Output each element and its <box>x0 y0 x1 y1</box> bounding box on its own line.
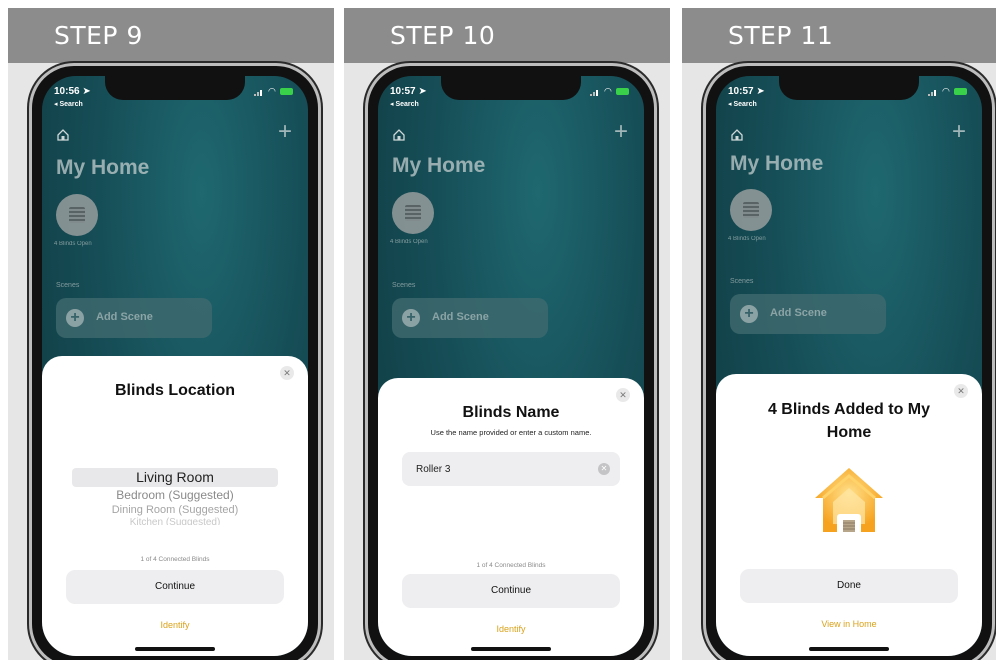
home-icon[interactable] <box>730 128 744 142</box>
sheet-title: Blinds Location <box>115 382 235 399</box>
close-icon[interactable]: ✕ <box>280 366 294 380</box>
home-icon[interactable] <box>392 128 406 142</box>
status-bar-icons: ◠ <box>590 86 630 97</box>
scenes-heading: Scenes <box>392 282 416 289</box>
home-icon[interactable] <box>56 128 70 142</box>
page-title: My Home <box>730 152 824 175</box>
step-banner: STEP 10 <box>344 8 670 63</box>
wifi-icon: ◠ <box>604 86 612 96</box>
close-icon[interactable]: ✕ <box>616 388 630 402</box>
signal-icon <box>254 89 264 96</box>
home-indicator <box>809 647 889 651</box>
plus-icon[interactable]: + <box>952 118 966 146</box>
status-time: 10:57 ➤ <box>728 86 765 97</box>
add-icon: + <box>66 309 84 327</box>
back-to-search-link[interactable]: ◂ Search <box>390 100 419 108</box>
add-icon: + <box>402 309 420 327</box>
close-icon[interactable]: ✕ <box>954 384 968 398</box>
picker-option-selected[interactable]: Living Room <box>42 469 308 485</box>
setup-sheet: ✕ Blinds Name Use the name provided or e… <box>378 378 644 656</box>
blinds-name-input[interactable]: Roller 3 ✕ <box>402 452 620 486</box>
step-banner: STEP 11 <box>682 8 996 63</box>
signal-icon <box>928 89 938 96</box>
blinds-accessory-tile[interactable] <box>56 194 98 236</box>
step-9-panel: STEP 9 10:56 ➤ ◂ Search ◠ + My Home 4 Bl… <box>8 8 334 660</box>
step-label: STEP 11 <box>728 21 834 50</box>
step-11-panel: STEP 11 10:57 ➤ ◂ Search ◠ + My Home 4 B… <box>682 8 996 660</box>
page-title: My Home <box>392 154 486 177</box>
blinds-accessory-tile[interactable] <box>730 189 772 231</box>
blinds-icon <box>743 202 759 218</box>
step-banner: STEP 9 <box>8 8 334 63</box>
location-arrow-icon: ➤ <box>418 86 427 97</box>
blinds-name-value: Roller 3 <box>416 464 451 475</box>
page-title: My Home <box>56 156 150 179</box>
sheet-subtitle: Use the name provided or enter a custom … <box>430 428 592 437</box>
back-to-search-link[interactable]: ◂ Search <box>728 100 757 108</box>
add-scene-button[interactable]: + Add Scene <box>730 294 886 334</box>
phone-screen: 10:57 ➤ ◂ Search ◠ + My Home 4 Blinds Op… <box>378 76 644 656</box>
phone-notch <box>441 76 581 100</box>
view-in-home-link[interactable]: View in Home <box>716 619 982 629</box>
location-arrow-icon: ➤ <box>82 86 91 97</box>
plus-icon[interactable]: + <box>614 118 628 146</box>
add-icon: + <box>740 305 758 323</box>
blinds-icon <box>69 207 85 223</box>
home-indicator <box>471 647 551 651</box>
continue-button[interactable]: Continue <box>402 574 620 608</box>
phone-screen: 10:56 ➤ ◂ Search ◠ + My Home 4 Blinds Op… <box>42 76 308 656</box>
back-to-search-link[interactable]: ◂ Search <box>54 100 83 108</box>
wifi-icon: ◠ <box>268 86 276 96</box>
plus-icon[interactable]: + <box>278 118 292 146</box>
phone-notch <box>779 76 919 100</box>
signal-icon <box>590 89 600 96</box>
location-arrow-icon: ➤ <box>756 86 765 97</box>
connected-counter: 1 of 4 Connected Blinds <box>476 562 546 569</box>
blinds-accessory-tile[interactable] <box>392 192 434 234</box>
battery-icon <box>616 88 629 95</box>
setup-sheet: ✕ 4 Blinds Added to My Home Done View in… <box>716 374 982 656</box>
accessory-label: 4 Blinds Open <box>390 239 428 245</box>
phone-notch <box>105 76 245 100</box>
add-scene-label: Add Scene <box>432 311 489 323</box>
step-label: STEP 10 <box>390 21 496 50</box>
battery-icon <box>280 88 293 95</box>
status-time: 10:57 ➤ <box>390 86 427 97</box>
phone-frame: 10:57 ➤ ◂ Search ◠ + My Home 4 Blinds Op… <box>368 66 654 660</box>
add-scene-button[interactable]: + Add Scene <box>392 298 548 338</box>
status-bar-icons: ◠ <box>254 86 294 97</box>
battery-icon <box>954 88 967 95</box>
add-scene-label: Add Scene <box>770 307 827 319</box>
accessory-label: 4 Blinds Open <box>54 241 92 247</box>
sheet-title: Blinds Name <box>462 404 560 421</box>
step-label: STEP 9 <box>54 21 143 50</box>
status-time: 10:56 ➤ <box>54 86 91 97</box>
sheet-title: 4 Blinds Added to My Home <box>767 401 931 441</box>
add-scene-button[interactable]: + Add Scene <box>56 298 212 338</box>
picker-option[interactable]: Kitchen (Suggested) <box>42 517 308 525</box>
blinds-icon <box>405 205 421 221</box>
wifi-icon: ◠ <box>942 86 950 96</box>
continue-button[interactable]: Continue <box>66 570 284 604</box>
picker-option[interactable]: Bedroom (Suggested) <box>42 488 308 502</box>
setup-sheet: ✕ Blinds Location Living Room Bedroom (S… <box>42 356 308 656</box>
connected-counter: 1 of 4 Connected Blinds <box>140 556 210 563</box>
clear-icon[interactable]: ✕ <box>598 463 610 475</box>
done-button[interactable]: Done <box>740 569 958 603</box>
step-10-panel: STEP 10 10:57 ➤ ◂ Search ◠ + My Home 4 B… <box>344 8 670 660</box>
identify-link[interactable]: Identify <box>378 624 644 634</box>
phone-frame: 10:56 ➤ ◂ Search ◠ + My Home 4 Blinds Op… <box>32 66 318 660</box>
home-indicator <box>135 647 215 651</box>
home-app-icon <box>815 468 883 538</box>
identify-link[interactable]: Identify <box>42 620 308 630</box>
accessory-label: 4 Blinds Open <box>728 236 766 242</box>
add-scene-label: Add Scene <box>96 311 153 323</box>
scenes-heading: Scenes <box>730 278 754 285</box>
picker-option[interactable]: Dining Room (Suggested) <box>42 504 308 516</box>
scenes-heading: Scenes <box>56 282 80 289</box>
phone-frame: 10:57 ➤ ◂ Search ◠ + My Home 4 Blinds Op… <box>706 66 992 660</box>
phone-screen: 10:57 ➤ ◂ Search ◠ + My Home 4 Blinds Op… <box>716 76 982 656</box>
status-bar-icons: ◠ <box>928 86 968 97</box>
